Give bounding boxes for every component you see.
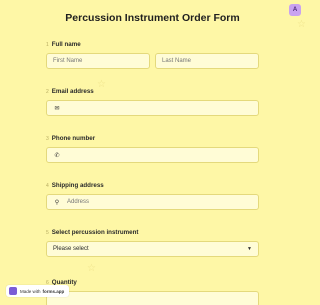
- quantity-label: 6 Quantity: [46, 279, 77, 286]
- phone-label: 3 Phone number: [46, 135, 96, 142]
- phone-icon: ✆: [54, 152, 60, 159]
- mail-icon: ✉: [54, 105, 60, 112]
- instrument-label: 5 Select percussion instrument: [46, 229, 139, 236]
- question-number: 3: [46, 136, 49, 142]
- phone-input[interactable]: ✆: [46, 147, 259, 163]
- first-name-input[interactable]: First Name: [46, 53, 150, 69]
- instrument-field: 5 Select percussion instrument Please se…: [46, 229, 259, 257]
- chevron-down-icon: ▼: [247, 246, 252, 252]
- full-name-field: 1 Full name First Name Last Name: [46, 41, 259, 69]
- location-pin-icon: ⚲: [54, 199, 60, 206]
- made-with-badge[interactable]: Made with forms.app: [6, 285, 70, 297]
- quantity-field: 6 Quantity: [46, 279, 259, 305]
- email-input[interactable]: ✉: [46, 100, 259, 116]
- question-number: 1: [46, 42, 49, 48]
- shipping-address-input[interactable]: ⚲ Address: [46, 194, 259, 210]
- shipping-label: 4 Shipping address: [46, 182, 104, 189]
- form-page: ☆ ☆ ☆ ☆ A Percussion Instrument Order Fo…: [0, 0, 305, 305]
- question-number: 2: [46, 89, 49, 95]
- email-field: 2 Email address ✉: [46, 88, 259, 116]
- full-name-label: 1 Full name: [46, 41, 81, 48]
- email-label: 2 Email address: [46, 88, 94, 95]
- question-number: 4: [46, 183, 49, 189]
- shipping-field: 4 Shipping address ⚲ Address: [46, 182, 259, 210]
- instrument-select[interactable]: Please select ▼: [46, 241, 259, 257]
- last-name-input[interactable]: Last Name: [155, 53, 259, 69]
- form-title: Percussion Instrument Order Form: [65, 12, 240, 24]
- decor-star-icon: ☆: [87, 263, 96, 274]
- question-number: 5: [46, 230, 49, 236]
- phone-field: 3 Phone number ✆: [46, 135, 259, 163]
- quantity-input[interactable]: [46, 291, 259, 305]
- forms-app-logo-icon: [9, 287, 17, 295]
